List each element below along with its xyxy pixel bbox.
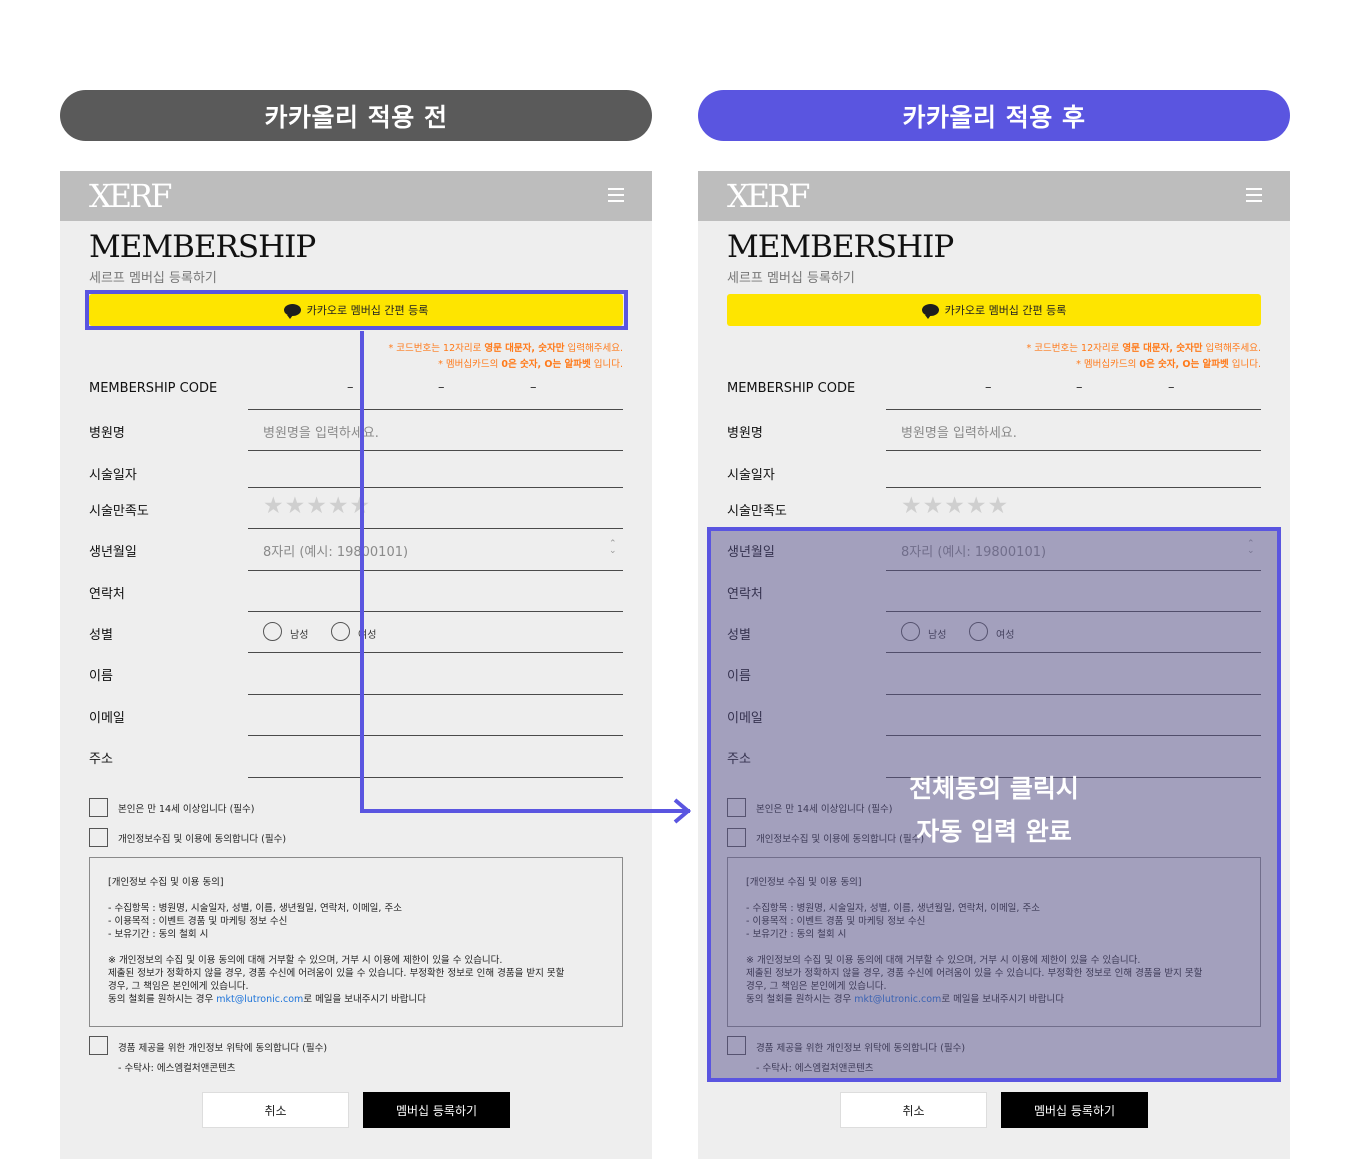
code-separator: – — [530, 380, 537, 395]
after-label: 카카올리 적용 후 — [698, 90, 1290, 141]
birthdate-input[interactable] — [248, 570, 623, 571]
contact-email-link[interactable]: mkt@lutronic.com — [216, 994, 303, 1005]
flow-arrow-vertical — [360, 331, 364, 813]
star-rating[interactable]: ★★★★★ — [901, 493, 1009, 519]
privacy-checkbox-label: 개인정보수집 및 이용에 동의합니다 (필수) — [118, 834, 287, 845]
hamburger-menu-icon[interactable] — [1246, 188, 1262, 202]
spinner-icon[interactable]: ⌃⌄ — [609, 540, 617, 556]
name-input[interactable] — [248, 694, 623, 695]
autofill-caption: 전체동의 클릭시 자동 입력 완료 — [909, 774, 1079, 846]
membership-code-input[interactable] — [886, 409, 1261, 410]
treatment-date-input[interactable] — [248, 487, 623, 488]
name-label: 이름 — [89, 669, 113, 684]
gender-line — [248, 652, 623, 653]
kakao-register-button[interactable]: 카카오로 멤버십 간편 등록 — [727, 294, 1261, 326]
satisfaction-line — [248, 528, 623, 529]
site-header: XERF — [698, 171, 1290, 221]
satisfaction-label: 시술만족도 — [727, 504, 787, 519]
age-checkbox[interactable] — [89, 798, 108, 817]
satisfaction-label: 시술만족도 — [89, 504, 149, 519]
code-separator: – — [1076, 380, 1083, 395]
phone-input[interactable] — [248, 611, 623, 612]
treatment-date-input[interactable] — [886, 487, 1261, 488]
male-radio[interactable] — [263, 622, 282, 641]
page-title: MEMBERSHIP — [727, 229, 954, 265]
xerf-logo[interactable]: XERF — [727, 177, 810, 215]
kakao-register-label: 카카오로 멤버십 간편 등록 — [944, 304, 1067, 317]
page-subtitle: 세르프 멤버십 등록하기 — [727, 271, 855, 286]
xerf-logo[interactable]: XERF — [89, 177, 172, 215]
treatment-date-label: 시술일자 — [727, 468, 775, 483]
page-subtitle: 세르프 멤버십 등록하기 — [89, 271, 217, 286]
age-checkbox-label: 본인은 만 14세 이상입니다 (필수) — [118, 804, 255, 815]
membership-code-label: MEMBERSHIP CODE — [727, 381, 856, 396]
birthdate-label: 생년월일 — [89, 545, 137, 560]
cancel-button[interactable]: 취소 — [202, 1092, 349, 1128]
page-title: MEMBERSHIP — [89, 229, 316, 265]
form-panel-before: XERF MEMBERSHIP 세르프 멤버십 등록하기 카카오로 멤버십 간편… — [60, 171, 652, 1159]
email-label: 이메일 — [89, 711, 125, 726]
membership-code-input[interactable] — [248, 409, 623, 410]
gender-label: 성별 — [89, 628, 113, 643]
code-separator: – — [985, 380, 992, 395]
form-panel-after: XERF MEMBERSHIP 세르프 멤버십 등록하기 카카오로 멤버십 간편… — [698, 171, 1290, 1159]
privacy-consent-box: [개인정보 수집 및 이용 동의] - 수집항목 : 병원명, 시술일자, 성별… — [89, 857, 623, 1027]
code-separator: – — [347, 380, 354, 395]
consign-checkbox[interactable] — [89, 1036, 108, 1055]
birthdate-input-placeholder[interactable]: 8자리 (예시: 19800101) — [263, 541, 408, 560]
kakao-highlight-box — [85, 290, 628, 330]
hamburger-menu-icon[interactable] — [608, 188, 624, 202]
address-label: 주소 — [89, 752, 113, 767]
hospital-label: 병원명 — [89, 426, 125, 441]
consignee-note: - 수탁사: 에스엠컬처앤콘텐츠 — [118, 1063, 236, 1074]
code-separator: – — [438, 380, 445, 395]
hospital-input[interactable] — [886, 450, 1261, 451]
male-label: 남성 — [290, 630, 309, 641]
kakao-talk-icon — [921, 304, 939, 319]
consign-checkbox-label: 경품 제공을 위한 개인정보 위탁에 동의합니다 (필수) — [118, 1043, 328, 1054]
privacy-checkbox[interactable] — [89, 828, 108, 847]
phone-label: 연락처 — [89, 587, 125, 602]
address-input[interactable] — [248, 777, 623, 778]
hospital-label: 병원명 — [727, 426, 763, 441]
site-header: XERF — [60, 171, 652, 221]
membership-code-label: MEMBERSHIP CODE — [89, 381, 218, 396]
treatment-date-label: 시술일자 — [89, 468, 137, 483]
star-rating[interactable]: ★★★★★ — [263, 493, 371, 519]
flow-arrow-horizontal — [360, 809, 690, 813]
arrow-head-icon — [673, 798, 692, 824]
email-input[interactable] — [248, 735, 623, 736]
hospital-input-placeholder[interactable]: 병원명을 입력하세요. — [901, 422, 1017, 441]
register-button[interactable]: 멤버십 등록하기 — [1001, 1092, 1148, 1128]
code-separator: – — [1168, 380, 1175, 395]
register-button[interactable]: 멤버십 등록하기 — [363, 1092, 510, 1128]
hospital-input[interactable] — [248, 450, 623, 451]
cancel-button[interactable]: 취소 — [840, 1092, 987, 1128]
before-label: 카카올리 적용 전 — [60, 90, 652, 141]
code-notes: * 코드번호는 12자리로 영문 대문자, 숫자만 입력해주세요. * 멤버십카… — [388, 343, 623, 370]
female-radio[interactable] — [331, 622, 350, 641]
code-notes: * 코드번호는 12자리로 영문 대문자, 숫자만 입력해주세요. * 멤버십카… — [1026, 343, 1261, 370]
